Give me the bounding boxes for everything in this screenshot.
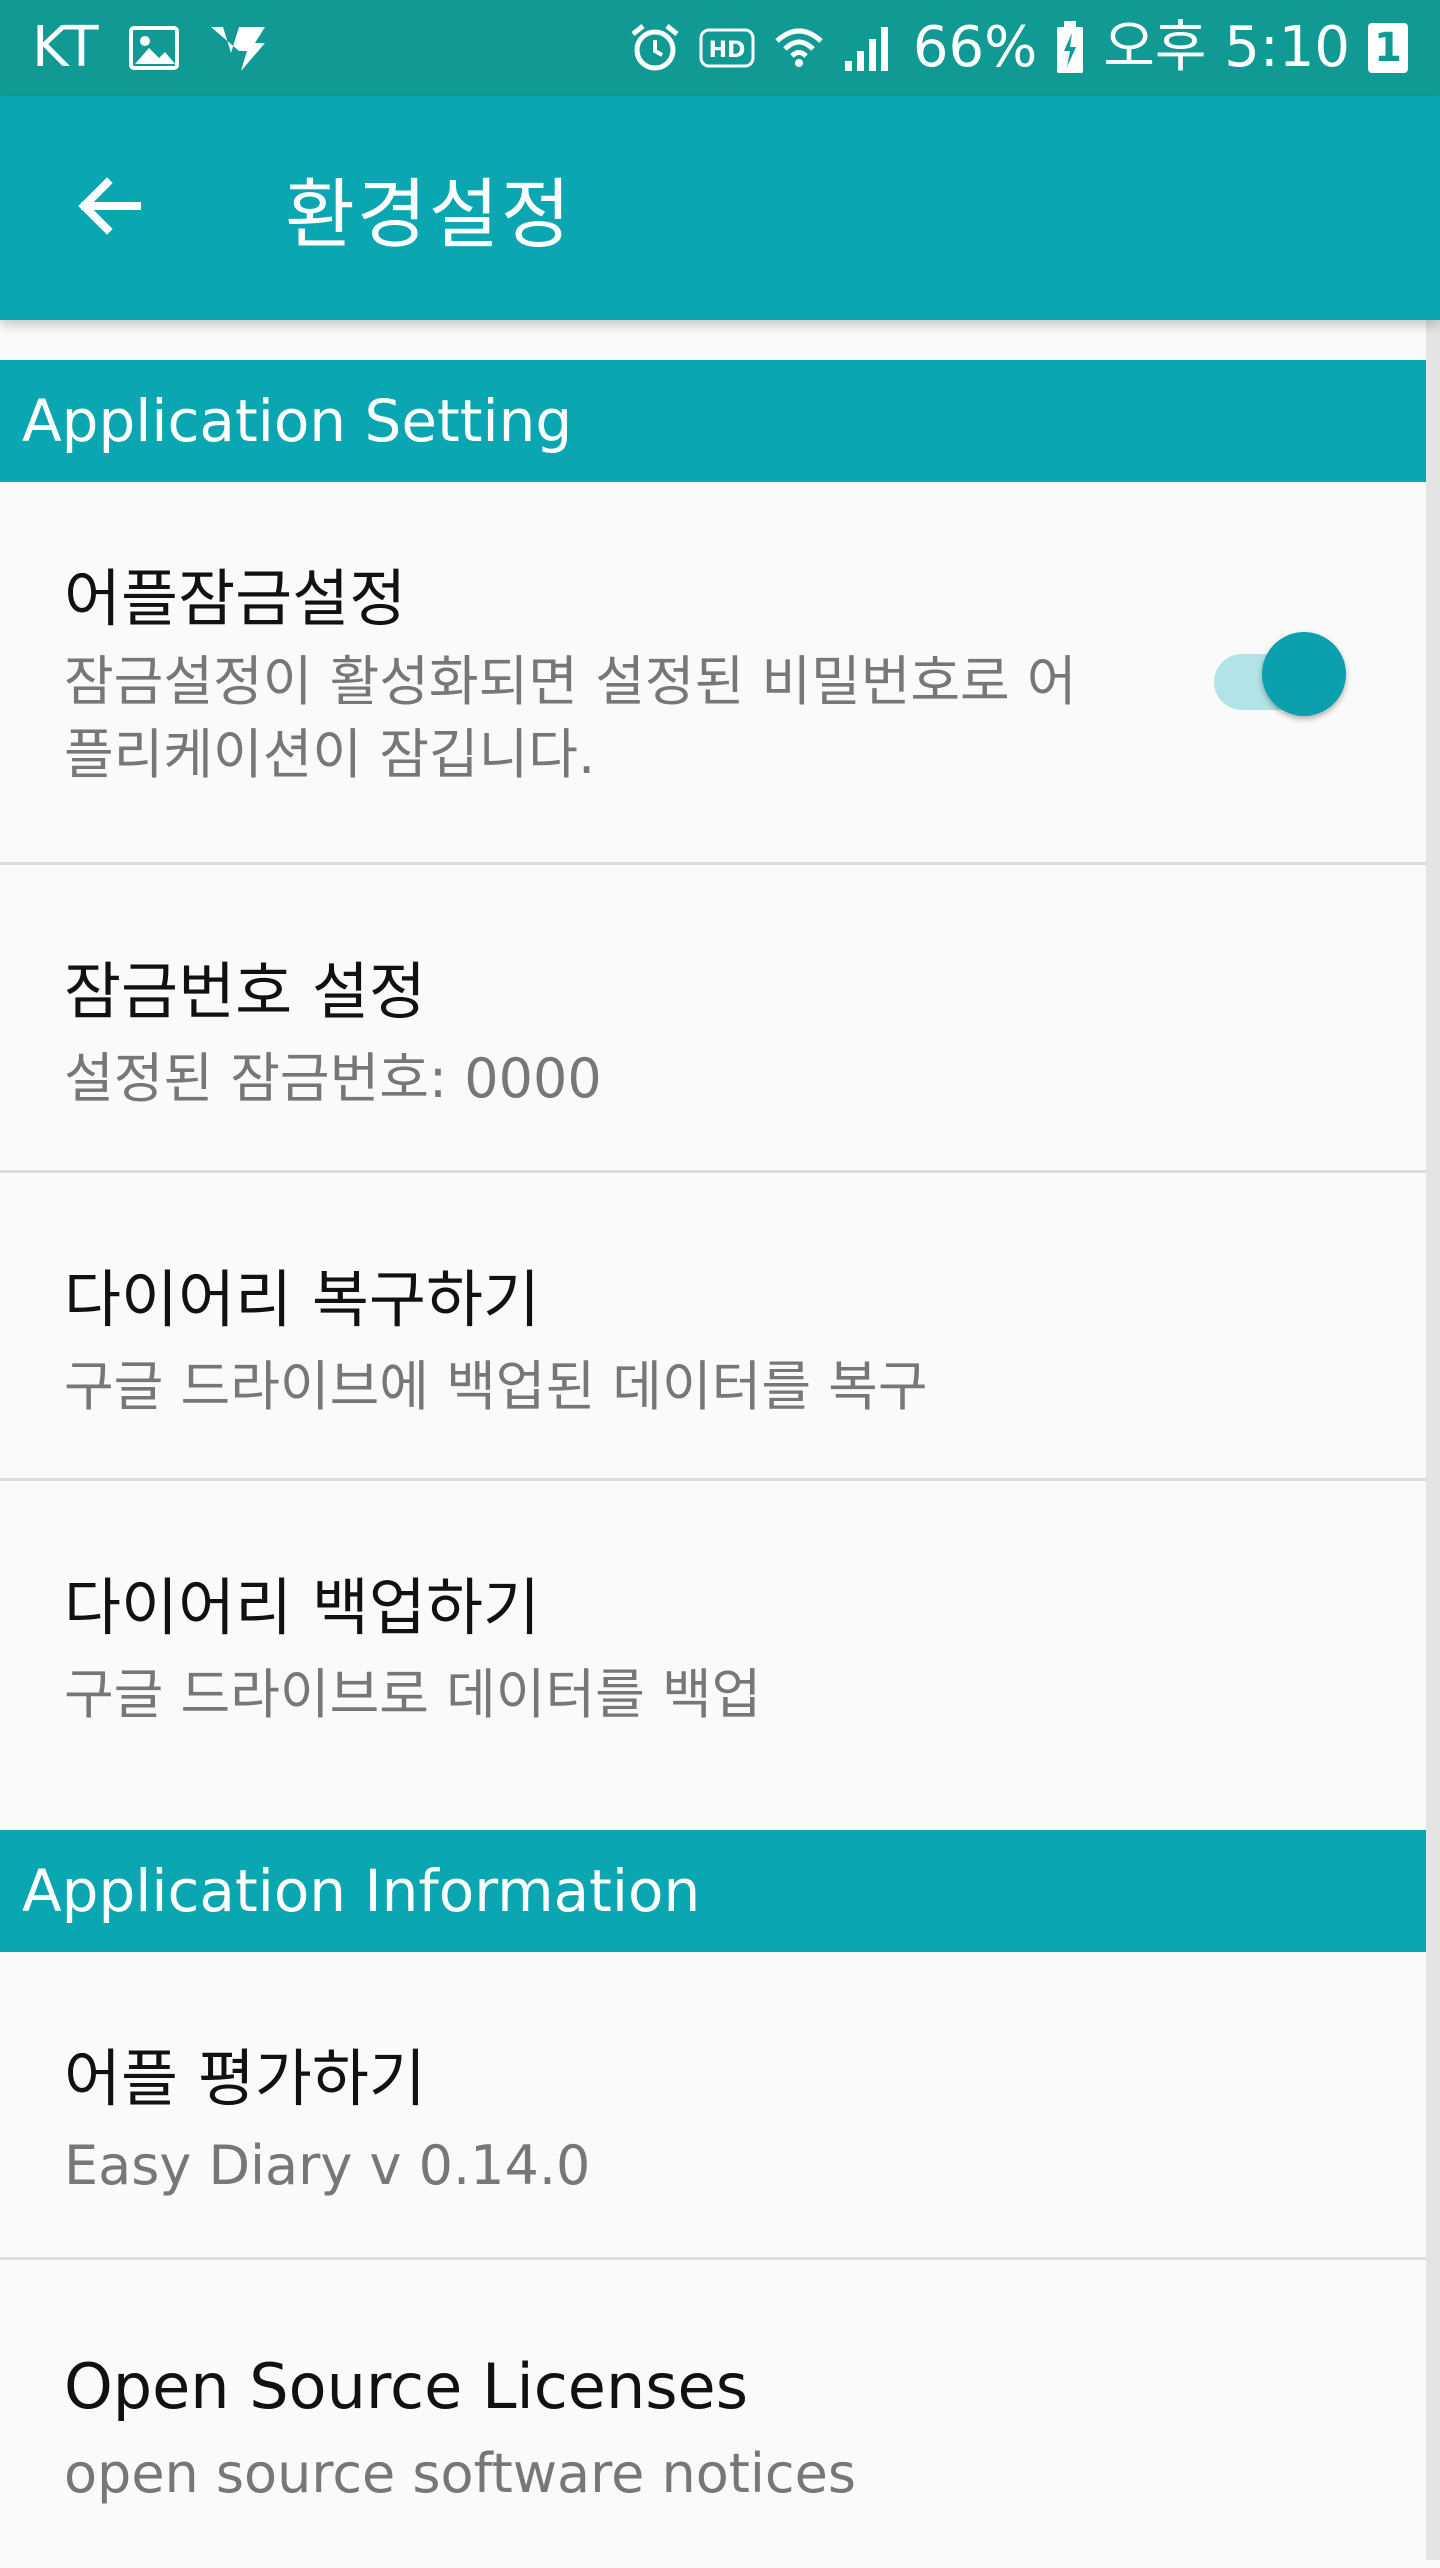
pref-summary: 구글 드라이브로 데이터를 백업 bbox=[64, 1663, 762, 1727]
section-header-application-information: Application Information bbox=[0, 1830, 1426, 1952]
svg-text:HD: HD bbox=[709, 38, 746, 63]
pref-summary: 구글 드라이브에 백업된 데이터를 복구 bbox=[64, 1355, 928, 1419]
pref-summary: open source software notices bbox=[64, 2442, 856, 2506]
pref-open-source-licenses[interactable]: Open Source Licenses open source softwar… bbox=[0, 2260, 1426, 2568]
pref-summary: 잠금설정이 활성화되면 설정된 비밀번호로 어플리케이션이 잠깁니다. bbox=[64, 650, 1077, 787]
alarm-icon bbox=[629, 22, 681, 74]
pref-diary-backup[interactable]: 다이어리 백업하기 구글 드라이브로 데이터를 백업 bbox=[0, 1481, 1426, 1830]
switch-thumb bbox=[1262, 632, 1346, 716]
status-right-group: HD 66% 오후 5:10 1 bbox=[629, 20, 1408, 76]
settings-list: Application Setting 어플잠금설정 잠금설정이 활성화되면 설… bbox=[0, 360, 1426, 2568]
status-time: 오후 5:10 bbox=[1103, 15, 1350, 80]
back-button[interactable] bbox=[45, 143, 175, 273]
pref-diary-restore[interactable]: 다이어리 복구하기 구글 드라이브에 백업된 데이터를 복구 bbox=[0, 1173, 1426, 1481]
status-left-group: KT bbox=[32, 20, 267, 76]
carrier-label: KT bbox=[32, 15, 99, 80]
pref-title: 어플잠금설정 bbox=[64, 562, 407, 635]
battery-icon bbox=[1055, 21, 1085, 75]
pref-title: Open Source Licenses bbox=[64, 2350, 748, 2423]
pref-title: 다이어리 복구하기 bbox=[64, 1263, 541, 1336]
battery-percent: 66% bbox=[912, 15, 1038, 80]
image-icon bbox=[128, 26, 179, 70]
pref-title: 다이어리 백업하기 bbox=[64, 1571, 541, 1644]
notification-count-badge: 1 bbox=[1368, 23, 1408, 73]
section-header-application-setting: Application Setting bbox=[0, 360, 1426, 482]
pref-app-lock[interactable]: 어플잠금설정 잠금설정이 활성화되면 설정된 비밀번호로 어플리케이션이 잠깁니… bbox=[0, 482, 1426, 865]
app-lock-switch[interactable] bbox=[1214, 632, 1346, 716]
scrollbar-track[interactable] bbox=[1426, 320, 1440, 2560]
pref-summary: 설정된 잠금번호: 0000 bbox=[64, 1047, 602, 1111]
signal-icon bbox=[843, 23, 895, 73]
pref-rate-app[interactable]: 어플 평가하기 Easy Diary v 0.14.0 bbox=[0, 1952, 1426, 2260]
pref-lock-number[interactable]: 잠금번호 설정 설정된 잠금번호: 0000 bbox=[0, 865, 1426, 1173]
pref-summary: Easy Diary v 0.14.0 bbox=[64, 2134, 591, 2198]
page-title: 환경설정 bbox=[285, 170, 573, 259]
v-app-icon bbox=[209, 23, 267, 73]
status-bar: KT HD 66% 오후 5:10 1 bbox=[0, 0, 1440, 96]
pref-title: 어플 평가하기 bbox=[64, 2042, 426, 2115]
hd-icon: HD bbox=[699, 28, 755, 68]
arrow-left-icon bbox=[75, 171, 145, 245]
pref-title: 잠금번호 설정 bbox=[64, 955, 426, 1028]
wifi-icon bbox=[773, 23, 825, 73]
app-bar: 환경설정 bbox=[0, 96, 1440, 320]
